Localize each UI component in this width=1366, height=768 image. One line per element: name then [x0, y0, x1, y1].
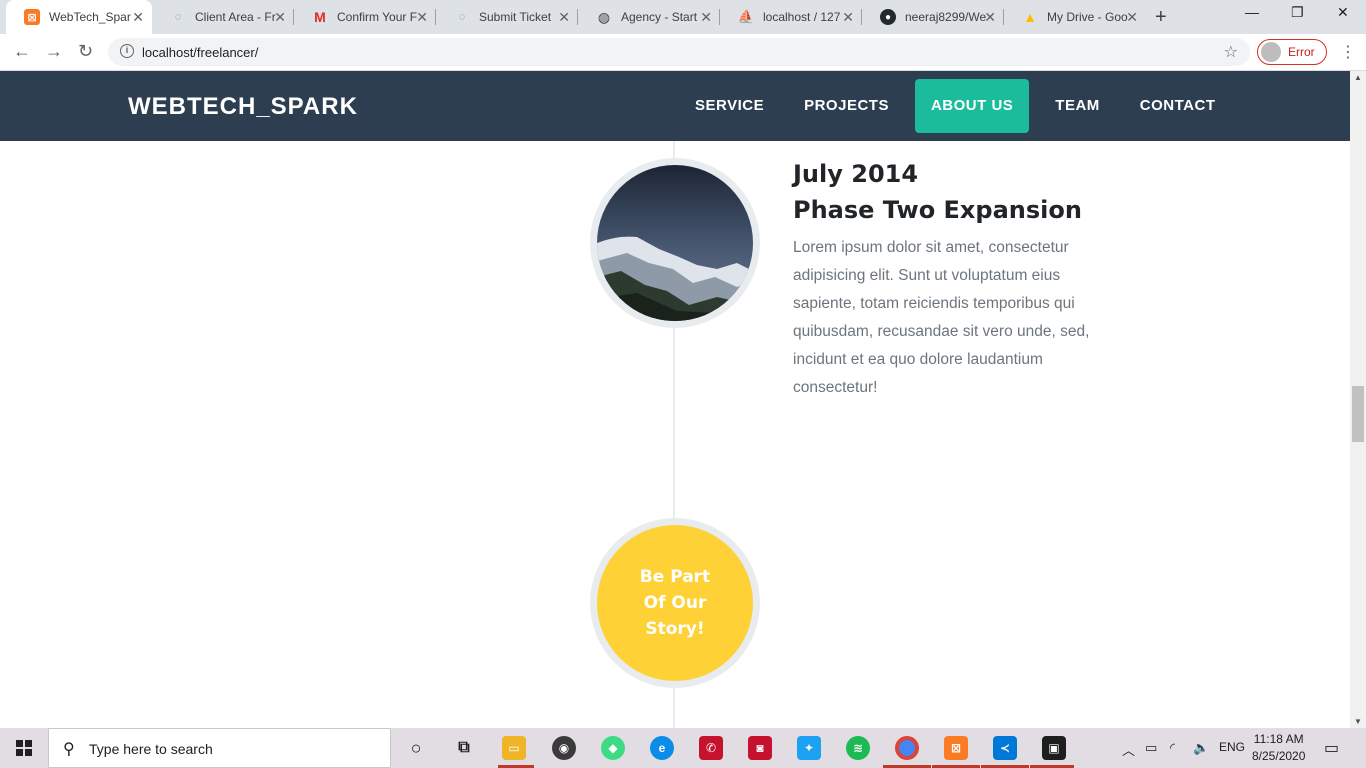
instagram-icon[interactable]: ◙ — [748, 736, 772, 760]
terminal-icon[interactable]: ▣ — [1042, 736, 1066, 760]
minimize-icon[interactable]: — — [1245, 4, 1259, 20]
notification-icon[interactable]: ▭ — [1324, 738, 1339, 758]
taskbar-clock[interactable]: 11:18 AM 8/25/2020 — [1252, 731, 1305, 765]
cortana-icon[interactable]: ○ — [404, 736, 428, 760]
xampp-icon[interactable]: ⊠ — [944, 736, 968, 760]
tab-github[interactable]: ● neeraj8299/We ✕ — [862, 0, 1004, 34]
avatar — [1261, 42, 1281, 62]
windows-taskbar: ⚲ Type here to search ○ ⧉ ▭ ◉ ◆ e ✆ ◙ ✦ … — [0, 728, 1366, 768]
timeline-body: Lorem ipsum dolor sit amet, consectetur … — [793, 239, 1090, 396]
bookmark-star-icon[interactable]: ☆ — [1224, 42, 1238, 62]
battery-icon[interactable]: ▭ — [1145, 740, 1157, 756]
clock-date: 8/25/2020 — [1252, 749, 1306, 763]
file-explorer-icon[interactable]: ▭ — [502, 736, 526, 760]
new-tab-button[interactable]: + — [1155, 6, 1167, 29]
close-window-icon[interactable]: ✕ — [1337, 4, 1349, 21]
phpmyadmin-icon: ⛵ — [737, 9, 755, 24]
taskbar-search[interactable]: ⚲ Type here to search — [48, 728, 391, 768]
close-tab-icon[interactable]: ✕ — [700, 9, 712, 26]
tab-submit-ticket[interactable]: ◌ Submit Ticket ✕ — [436, 0, 578, 34]
volume-icon[interactable]: 🔈 — [1193, 740, 1209, 756]
tray-chevron-up-icon[interactable]: ︿ — [1122, 740, 1135, 759]
twitter-icon[interactable]: ✦ — [797, 736, 821, 760]
gmail-icon: M — [314, 9, 326, 25]
whatsapp-icon[interactable]: ✆ — [699, 736, 723, 760]
tab-my-drive[interactable]: ▲ My Drive - Goo ✕ — [1004, 0, 1146, 34]
story-cta: Be Part Of Our Story! — [597, 525, 753, 681]
timeline-title: Phase Two Expansion — [793, 196, 1082, 224]
nav-team[interactable]: TEAM — [1041, 79, 1114, 133]
tab-agency-start[interactable]: ◍ Agency - Start ✕ — [578, 0, 720, 34]
close-tab-icon[interactable]: ✕ — [132, 9, 144, 26]
media-player-icon[interactable]: ◉ — [552, 736, 576, 760]
clock-time: 11:18 AM — [1253, 732, 1304, 746]
tab-client-area[interactable]: ◌ Client Area - Fr ✕ — [152, 0, 294, 34]
edge-icon[interactable]: e — [650, 736, 674, 760]
task-view-icon[interactable]: ⧉ — [452, 736, 476, 760]
windows-start-icon[interactable] — [16, 740, 32, 756]
globe-icon: ◍ — [597, 8, 611, 25]
menu-kebab-icon[interactable]: ⋮ — [1340, 42, 1356, 62]
tab-webtech-spark[interactable]: ⊠ WebTech_Spar ✕ — [6, 0, 152, 34]
vscode-icon[interactable]: ≺ — [993, 736, 1017, 760]
drive-icon: ▲ — [1023, 9, 1037, 25]
browser-tab-strip: ⊠ WebTech_Spar ✕ ◌ Client Area - Fr ✕ M … — [0, 0, 1366, 34]
address-bar[interactable]: i localhost/freelancer/ ☆ — [108, 38, 1250, 66]
site-menu: SERVICE PROJECTS ABOUT US TEAM CONTACT — [675, 79, 1236, 133]
timeline-date: July 2014 — [793, 160, 919, 188]
nav-service[interactable]: SERVICE — [681, 79, 778, 133]
timeline-image-ring — [590, 158, 760, 328]
close-tab-icon[interactable]: ✕ — [558, 9, 570, 26]
page-scrollbar[interactable]: ▲ ▼ — [1350, 71, 1366, 728]
close-tab-icon[interactable]: ✕ — [274, 9, 286, 26]
scrollbar-thumb[interactable] — [1352, 386, 1364, 442]
mountain-photo — [597, 165, 753, 321]
close-tab-icon[interactable]: ✕ — [1126, 9, 1138, 26]
github-icon: ● — [880, 9, 896, 25]
close-tab-icon[interactable]: ✕ — [842, 9, 854, 26]
language-indicator[interactable]: ENG — [1219, 740, 1245, 754]
back-icon[interactable]: ← — [13, 41, 31, 62]
search-icon: ⚲ — [63, 741, 75, 758]
spotify-icon[interactable]: ≋ — [846, 736, 870, 760]
nav-about-us[interactable]: ABOUT US — [914, 79, 1030, 133]
xampp-icon: ⊠ — [24, 9, 40, 25]
android-studio-icon[interactable]: ◆ — [601, 736, 625, 760]
profile-button[interactable]: Error — [1257, 39, 1327, 65]
close-tab-icon[interactable]: ✕ — [416, 9, 428, 26]
forward-icon[interactable]: → — [45, 41, 63, 62]
close-tab-icon[interactable]: ✕ — [984, 9, 996, 26]
scroll-up-icon[interactable]: ▲ — [1354, 73, 1362, 82]
scroll-down-icon[interactable]: ▼ — [1354, 717, 1362, 726]
site-navbar: WEBTECH_SPARK SERVICE PROJECTS ABOUT US … — [0, 71, 1350, 141]
tab-confirm-your[interactable]: M Confirm Your F ✕ — [294, 0, 436, 34]
wifi-icon[interactable]: ◜ — [1170, 740, 1175, 756]
site-info-icon[interactable]: i — [120, 44, 134, 58]
nav-contact[interactable]: CONTACT — [1126, 79, 1230, 133]
site-brand[interactable]: WEBTECH_SPARK — [128, 93, 358, 121]
browser-toolbar: ← → ↻ i localhost/freelancer/ ☆ Error ⋮ — [0, 34, 1366, 71]
url-text[interactable]: localhost/freelancer/ — [142, 45, 258, 60]
tab-localhost-phpmyadmin[interactable]: ⛵ localhost / 127 ✕ — [720, 0, 862, 34]
page-viewport: WEBTECH_SPARK SERVICE PROJECTS ABOUT US … — [0, 71, 1350, 728]
story-cta-ring: Be Part Of Our Story! — [590, 518, 760, 688]
chrome-icon[interactable] — [895, 736, 919, 760]
spinner-icon: ◌ — [458, 11, 466, 23]
story-cta-text: Be Part Of Our Story! — [639, 567, 711, 639]
taskbar-search-placeholder: Type here to search — [89, 741, 213, 757]
profile-status: Error — [1288, 45, 1315, 59]
timeline-entry: July 2014 Phase Two Expansion Lorem ipsu… — [793, 156, 1093, 402]
reload-icon[interactable]: ↻ — [78, 41, 93, 62]
spinner-icon: ◌ — [174, 11, 182, 23]
nav-projects[interactable]: PROJECTS — [790, 79, 903, 133]
restore-icon[interactable]: ❐ — [1291, 4, 1304, 21]
